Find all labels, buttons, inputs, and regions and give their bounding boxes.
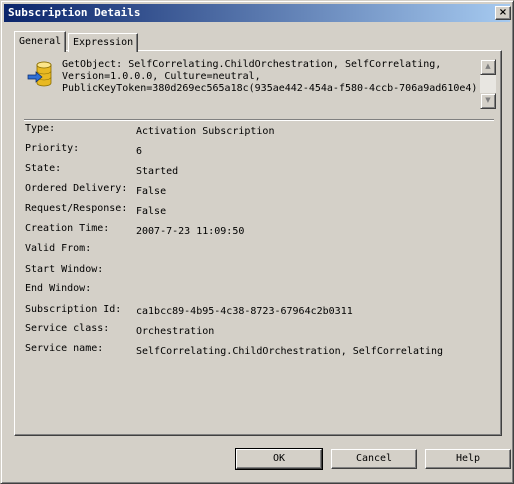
valid-from-label: Valid From:	[25, 243, 92, 254]
orchestration-database-icon	[27, 61, 52, 87]
tab-general[interactable]: General	[14, 31, 67, 52]
ok-button[interactable]: OK	[235, 448, 323, 470]
tab-general-label: General	[19, 36, 62, 47]
object-line-3: PublicKeyToken=380d269ec565a18c(935ae442…	[62, 83, 478, 94]
object-description: GetObject: SelfCorrelating.ChildOrchestr…	[62, 59, 480, 95]
creation-time-value: 2007-7-23 11:09:50	[136, 226, 245, 237]
object-scrollbar[interactable]: ▲ ▼	[480, 59, 496, 109]
service-class-value: Orchestration	[136, 326, 215, 337]
tab-expression-label: Expression	[73, 37, 134, 48]
object-line-2: Version=1.0.0.0, Culture=neutral,	[62, 71, 261, 82]
request-response-value: False	[136, 206, 167, 217]
state-label: State:	[25, 163, 62, 174]
type-value: Activation Subscription	[136, 126, 275, 137]
scroll-down-button[interactable]: ▼	[480, 93, 496, 109]
general-tab-panel: GetObject: SelfCorrelating.ChildOrchestr…	[14, 50, 502, 436]
service-class-label: Service class:	[25, 323, 110, 334]
ordered-delivery-label: Ordered Delivery:	[25, 183, 128, 194]
creation-time-label: Creation Time:	[25, 223, 110, 234]
state-value: Started	[136, 166, 179, 177]
scroll-up-button[interactable]: ▲	[480, 59, 496, 75]
service-name-label: Service name:	[25, 343, 104, 354]
start-window-label: Start Window:	[25, 264, 104, 275]
request-response-label: Request/Response:	[25, 203, 128, 214]
help-button[interactable]: Help	[425, 449, 511, 469]
subscription-id-value: ca1bcc89-4b95-4c38-8723-67964c2b0311	[136, 306, 353, 317]
tab-expression[interactable]: Expression	[68, 33, 139, 52]
ordered-delivery-value: False	[136, 186, 167, 197]
window-title: Subscription Details	[8, 6, 141, 19]
service-name-value: SelfCorrelating.ChildOrchestration, Self…	[136, 346, 444, 357]
priority-label: Priority:	[25, 143, 80, 154]
subscription-id-label: Subscription Id:	[25, 304, 122, 315]
priority-value: 6	[136, 146, 143, 157]
cancel-button[interactable]: Cancel	[331, 449, 417, 469]
title-bar[interactable]: Subscription Details ×	[4, 4, 511, 22]
type-label: Type:	[25, 123, 56, 134]
object-line-1: GetObject: SelfCorrelating.ChildOrchestr…	[62, 59, 442, 70]
divider	[24, 119, 494, 121]
subscription-details-dialog: Subscription Details × General Expressio…	[0, 0, 514, 484]
end-window-label: End Window:	[25, 283, 92, 294]
close-button[interactable]: ×	[495, 6, 511, 20]
